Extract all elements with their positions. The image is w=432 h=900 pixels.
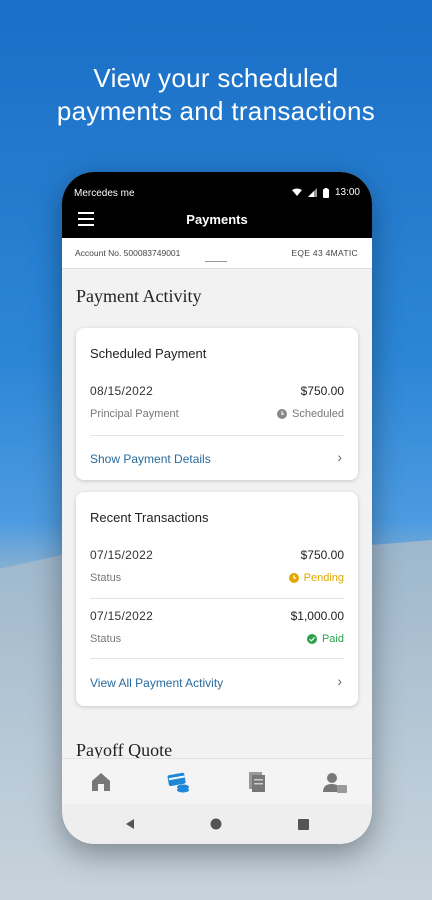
- scheduled-amount: $750.00: [300, 384, 344, 398]
- scheduled-type: Principal Payment: [90, 408, 179, 420]
- account-number: Account No. 500083749001: [75, 248, 181, 258]
- check-circle-icon: [306, 634, 317, 644]
- home-button-icon[interactable]: [210, 817, 222, 835]
- view-all-payment-activity-link[interactable]: View All Payment Activity: [90, 676, 223, 690]
- scheduled-status-label: Scheduled: [292, 408, 344, 420]
- transaction-1-status: Pending: [288, 572, 344, 584]
- carrier-label: Mercedes me: [74, 188, 135, 199]
- transaction-1-amount: $750.00: [300, 548, 344, 562]
- account-underline: [205, 261, 227, 262]
- transaction-2-date: 07/15/2022: [90, 609, 154, 623]
- scheduled-date: 08/15/2022: [90, 384, 154, 398]
- transaction-2-status-value: Paid: [321, 633, 344, 645]
- transaction-1-status-label: Status: [90, 572, 122, 584]
- payments-icon[interactable]: [166, 769, 192, 795]
- pending-clock-icon: [288, 573, 299, 583]
- chevron-right-icon[interactable]: ›: [337, 673, 342, 689]
- vehicle-model[interactable]: EQE 43 4MATIC: [291, 248, 358, 258]
- signal-icon: [307, 188, 317, 197]
- show-payment-details-link[interactable]: Show Payment Details: [90, 452, 211, 466]
- scheduled-payment-title: Scheduled Payment: [90, 346, 207, 361]
- recent-transactions-title: Recent Transactions: [90, 510, 209, 525]
- chevron-right-icon[interactable]: ›: [337, 449, 342, 465]
- back-icon[interactable]: [124, 817, 136, 835]
- scheduled-status: Scheduled: [277, 408, 344, 420]
- battery-icon: [322, 187, 329, 198]
- scheduled-payment-card: Scheduled Payment 08/15/2022 $750.00 Pri…: [76, 328, 358, 480]
- status-icons: 13:00: [291, 187, 360, 198]
- phone-frame: Mercedes me 13:00 Payments Account No. 5…: [62, 172, 372, 844]
- app-bar: Payments: [62, 202, 372, 238]
- transactions-divider: [90, 598, 344, 599]
- headline: View your scheduled payments and transac…: [0, 62, 432, 128]
- wifi-icon: [291, 188, 302, 196]
- transaction-2-amount: $1,000.00: [290, 609, 344, 623]
- account-bar: Account No. 500083749001 EQE 43 4MATIC: [62, 238, 372, 269]
- transaction-1-date: 07/15/2022: [90, 548, 154, 562]
- clock-icon: [277, 409, 287, 419]
- bottom-navigation: [62, 758, 372, 805]
- recent-transactions-card: Recent Transactions 07/15/2022 $750.00 S…: [76, 492, 358, 706]
- transaction-2-status: Paid: [306, 633, 344, 645]
- clock-time: 13:00: [334, 187, 360, 198]
- transactions-divider-2: [90, 658, 344, 659]
- home-icon[interactable]: [88, 769, 114, 795]
- account-icon[interactable]: [322, 769, 348, 795]
- recents-icon[interactable]: [298, 817, 309, 835]
- page-title: Payments: [186, 212, 248, 227]
- system-navigation-bar: [62, 804, 372, 844]
- payment-activity-title: Payment Activity: [76, 286, 202, 306]
- phone-screen: Mercedes me 13:00 Payments Account No. 5…: [62, 172, 372, 844]
- transaction-1-status-value: Pending: [303, 572, 344, 584]
- headline-line-1: View your scheduled: [93, 63, 339, 93]
- card-divider: [90, 435, 344, 436]
- transaction-2-status-label: Status: [90, 633, 122, 645]
- headline-line-2: payments and transactions: [56, 96, 376, 126]
- documents-icon[interactable]: [244, 769, 270, 795]
